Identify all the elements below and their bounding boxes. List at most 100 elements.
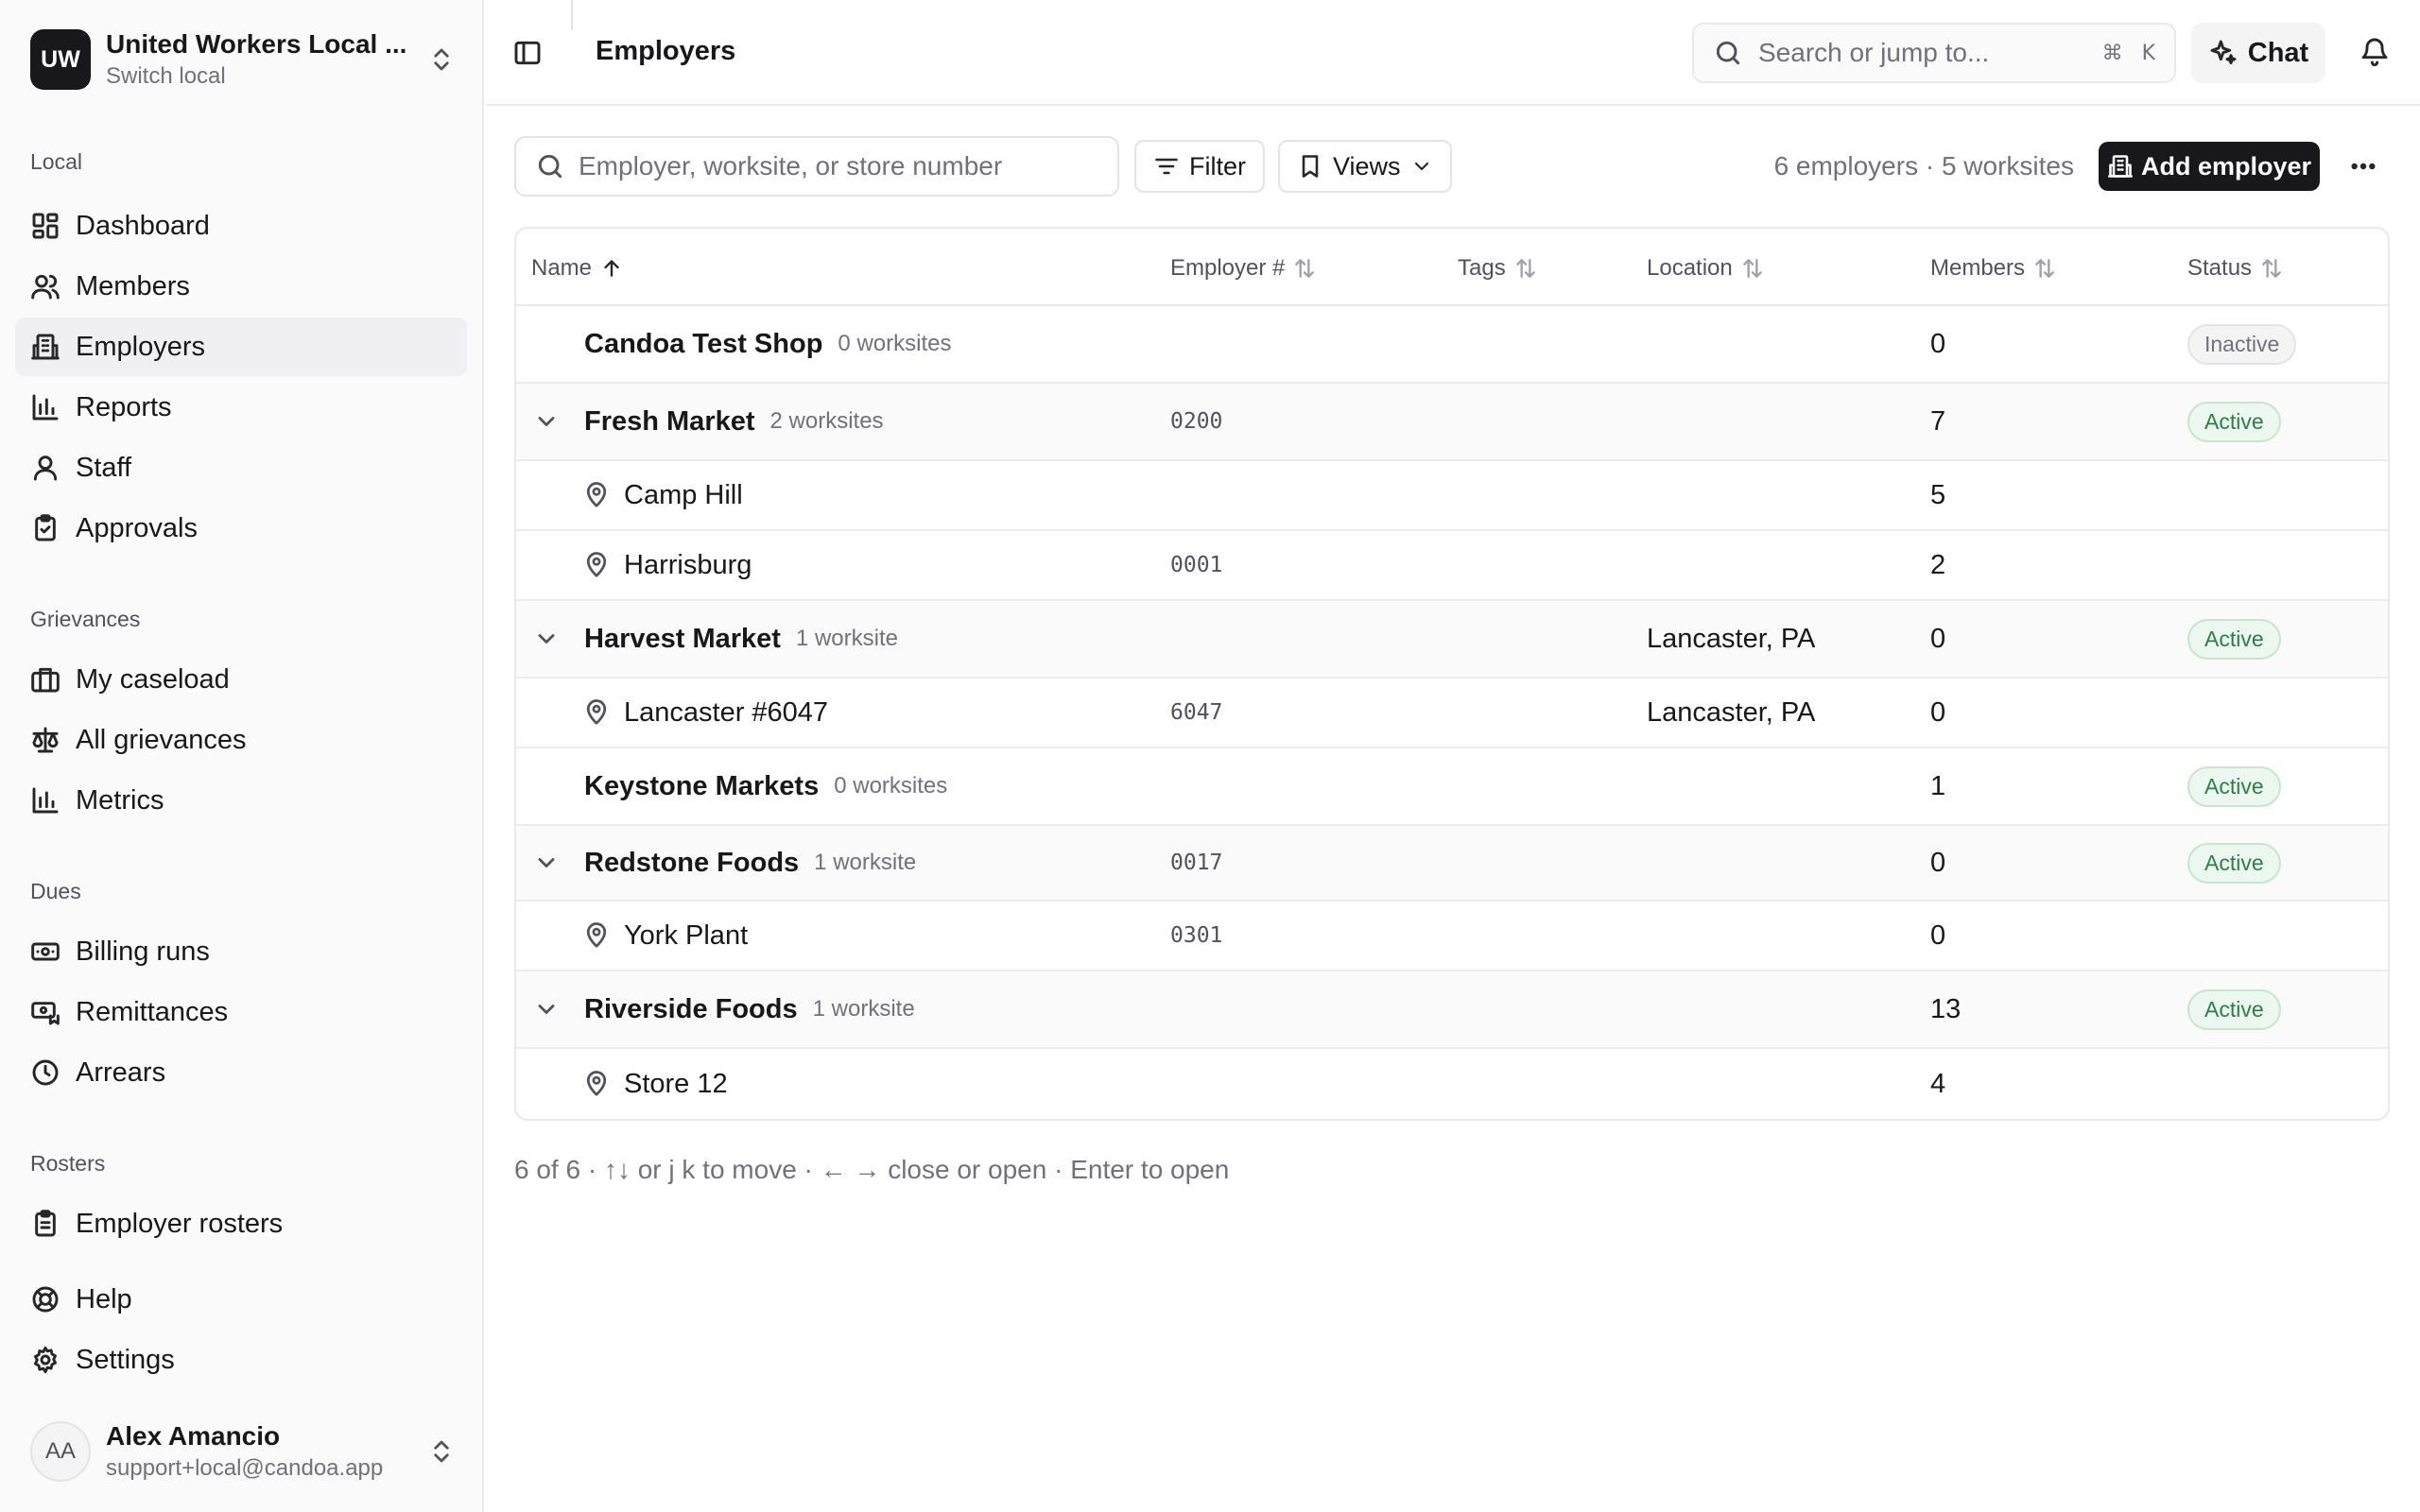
column-header-name[interactable]: Name — [531, 255, 624, 282]
sort-arrows-icon — [2035, 259, 2054, 278]
members-count: 0 — [1930, 696, 1946, 728]
worksite-name: York Plant — [624, 919, 749, 951]
chevron-down-icon[interactable] — [533, 996, 560, 1022]
sidebar-item-label: Metrics — [76, 784, 164, 816]
status-badge: Active — [2187, 765, 2281, 807]
column-header-members[interactable]: Members — [1930, 255, 2057, 282]
column-header-employer-number[interactable]: Employer # — [1170, 255, 1317, 282]
table-row-employer[interactable]: Riverside Foods 1 worksite 13 Active — [516, 971, 2388, 1049]
shortcut-cmd: ⌘ — [2101, 41, 2123, 65]
column-header-status[interactable]: Status — [2187, 255, 2284, 282]
worksite-count: 2 worksites — [769, 408, 884, 434]
sidebar-item-employer-rosters[interactable]: Employer rosters — [15, 1194, 467, 1253]
sort-arrows-icon — [1742, 259, 1762, 278]
sidebar-toggle-icon[interactable] — [512, 38, 543, 68]
sidebar-item-label: Dashboard — [76, 210, 210, 241]
bar-chart-icon — [32, 394, 59, 421]
worksite-count: 1 worksite — [795, 626, 898, 651]
employer-search-input[interactable] — [579, 151, 1108, 181]
sort-arrows-icon — [1295, 259, 1315, 278]
chevron-down-icon[interactable] — [533, 626, 560, 652]
employer-search[interactable] — [514, 136, 1119, 197]
sidebar-item-remittances[interactable]: Remittances — [15, 983, 467, 1041]
table-row-worksite[interactable]: Lancaster #6047 6047 Lancaster, PA 0 — [516, 679, 2388, 748]
sidebar-item-approvals[interactable]: Approvals — [15, 499, 467, 558]
chat-button[interactable]: Chat — [2191, 23, 2325, 83]
sidebar-item-metrics[interactable]: Metrics — [15, 771, 467, 830]
column-header-tags[interactable]: Tags — [1458, 255, 1538, 282]
column-label: Tags — [1458, 255, 1506, 281]
sidebar-item-reports[interactable]: Reports — [15, 378, 467, 437]
table-row-worksite[interactable]: Camp Hill 5 — [516, 461, 2388, 531]
life-buoy-icon — [32, 1286, 59, 1313]
add-employer-button[interactable]: Add employer — [2099, 142, 2320, 191]
sidebar-item-label: Reports — [76, 391, 172, 422]
table-row-employer[interactable]: Keystone Markets 0 worksites 1 Active — [516, 748, 2388, 826]
building-icon — [31, 334, 60, 360]
sidebar-item-label: Help — [76, 1283, 132, 1314]
section-label-rosters: Rosters — [30, 1151, 106, 1176]
worksite-location: Lancaster, PA — [1647, 696, 1816, 728]
sidebar-item-all-grievances[interactable]: All grievances — [15, 711, 467, 769]
gear-icon — [34, 1346, 57, 1374]
filter-button[interactable]: Filter — [1134, 140, 1265, 193]
table-row-worksite[interactable]: York Plant 0301 0 — [516, 902, 2388, 971]
receipt-icon — [31, 1002, 60, 1025]
sidebar-item-my-caseload[interactable]: My caseload — [15, 650, 467, 709]
sidebar-item-label: Members — [76, 270, 190, 301]
bell-icon[interactable] — [2360, 36, 2390, 66]
sidebar-item-label: Settings — [76, 1344, 175, 1375]
sidebar-item-members[interactable]: Members — [15, 257, 467, 316]
status-badge: Active — [2187, 842, 2281, 884]
keyboard-hint: 6 of 6 · ↑↓ or j k to move · ← → close o… — [514, 1155, 1230, 1184]
worksite-count: 1 worksite — [814, 850, 917, 875]
worksite-count: 0 worksites — [834, 773, 948, 799]
sidebar-item-settings[interactable]: Settings — [15, 1331, 467, 1389]
briefcase-icon — [31, 667, 60, 693]
views-button[interactable]: Views — [1278, 140, 1452, 193]
table-row-employer[interactable]: Redstone Foods 1 worksite 0017 0 Active — [516, 826, 2388, 902]
scale-icon — [32, 727, 59, 753]
worksite-name: Store 12 — [624, 1068, 728, 1099]
sparkles-icon — [2210, 40, 2237, 65]
employer-name: Riverside Foods — [584, 993, 798, 1024]
sidebar-item-arrears[interactable]: Arrears — [15, 1043, 467, 1102]
map-pin-icon — [586, 1071, 607, 1096]
members-count: 1 — [1930, 770, 1946, 801]
members-count: 5 — [1930, 479, 1946, 510]
sort-arrows-icon — [2262, 259, 2281, 278]
table-row-worksite[interactable]: Store 12 4 — [516, 1049, 2388, 1119]
worksite-number: 0301 — [1170, 923, 1223, 948]
user-icon — [33, 455, 58, 481]
members-count: 0 — [1930, 919, 1946, 951]
more-horizontal-icon[interactable] — [2348, 151, 2378, 181]
column-header-location[interactable]: Location — [1647, 255, 1765, 282]
sidebar-item-label: All grievances — [76, 724, 247, 755]
local-switcher[interactable]: UW United Workers Local ... Switch local — [30, 28, 456, 91]
column-label: Location — [1647, 255, 1733, 281]
sidebar-item-label: Employers — [76, 331, 205, 362]
worksite-name: Camp Hill — [624, 479, 743, 510]
sidebar-item-help[interactable]: Help — [15, 1270, 467, 1329]
global-search[interactable]: Search or jump to... ⌘ K — [1692, 23, 2176, 83]
table-row-employer[interactable]: Harvest Market 1 worksite Lancaster, PA 0… — [516, 601, 2388, 679]
user-menu[interactable]: AA Alex Amancio support+local@candoa.app — [30, 1418, 456, 1486]
table-row-worksite[interactable]: Harrisburg 0001 2 — [516, 531, 2388, 601]
chevron-down-icon[interactable] — [533, 850, 560, 876]
employer-name: Fresh Market — [584, 405, 755, 437]
shortcut-key: K — [2141, 41, 2155, 65]
table-row-employer[interactable]: Candoa Test Shop 0 worksites 0 Inactive — [516, 306, 2388, 384]
section-label-local: Local — [30, 149, 82, 174]
sidebar-item-billing-runs[interactable]: Billing runs — [15, 922, 467, 981]
sidebar-item-label: Employer rosters — [76, 1208, 284, 1239]
bar-chart-icon — [32, 787, 59, 814]
sidebar-item-dashboard[interactable]: Dashboard — [15, 197, 467, 255]
table-row-employer[interactable]: Fresh Market 2 worksites 0200 7 Active — [516, 384, 2388, 461]
chat-label: Chat — [2247, 37, 2309, 68]
sidebar-item-staff[interactable]: Staff — [15, 438, 467, 497]
sidebar-item-employers[interactable]: Employers — [15, 318, 467, 376]
search-icon — [1716, 41, 1740, 65]
chevron-down-icon[interactable] — [533, 408, 560, 435]
results-count: 6 employers · 5 worksites — [1773, 151, 2074, 180]
members-count: 13 — [1930, 993, 1962, 1024]
